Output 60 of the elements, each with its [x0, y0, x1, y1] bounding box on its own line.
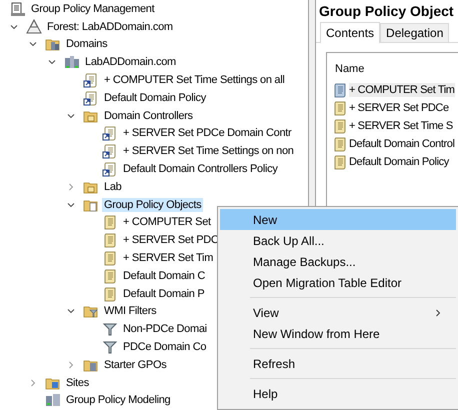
menu-item[interactable]: Refresh — [220, 353, 456, 374]
menu-item[interactable]: Back Up All... — [220, 230, 456, 251]
tree-item[interactable]: + SERVER Set Tim — [121, 251, 216, 266]
linked-document-icon — [102, 143, 118, 160]
document-icon — [102, 286, 118, 302]
tree-item[interactable]: Default Domain Controllers Policy — [121, 162, 280, 176]
document-icon — [332, 100, 348, 116]
console-icon — [10, 0, 26, 17]
document-icon — [102, 250, 118, 266]
tree-item[interactable]: + COMPUTER Set Time Settings on all — [102, 73, 287, 88]
list-item[interactable]: Default Domain Policy — [349, 155, 449, 169]
list-item[interactable]: + SERVER Set Time S — [349, 119, 453, 133]
tree-item[interactable]: Starter GPOs — [102, 358, 168, 372]
tree-item[interactable]: + COMPUTER Set — [121, 215, 213, 230]
linked-document-icon — [83, 90, 99, 106]
document-icon — [102, 232, 118, 248]
funnel-icon — [102, 339, 118, 356]
tree-item[interactable]: LabADDomain.com — [83, 55, 178, 70]
menu-item[interactable]: New — [220, 209, 456, 230]
tree-item[interactable]: Sites — [64, 376, 91, 390]
tree-item[interactable]: + SERVER Set Time Settings on non — [121, 144, 296, 158]
tree-item[interactable]: + SERVER Set PDC — [121, 233, 221, 248]
tree-item[interactable]: Group Policy Modeling — [64, 393, 172, 408]
document-icon — [102, 214, 118, 230]
menu-item[interactable]: View — [220, 302, 456, 323]
server-icon — [64, 54, 80, 70]
tree-item[interactable]: PDCe Domain Co — [121, 340, 208, 354]
document-icon — [332, 136, 348, 152]
funnel-icon — [102, 321, 118, 338]
document-icon — [332, 154, 348, 170]
tree-item[interactable]: Forest: LabADDomain.com — [45, 20, 175, 34]
tree-item[interactable]: Domains — [64, 37, 110, 52]
tree-item[interactable]: Default Domain P — [121, 286, 206, 301]
tree-item[interactable]: WMI Filters — [102, 304, 158, 318]
document-icon — [332, 82, 348, 98]
menu-item[interactable]: Manage Backups... — [220, 251, 456, 272]
tree-item[interactable]: Domain Controllers — [102, 108, 195, 123]
tab[interactable]: Delegation — [380, 23, 450, 42]
tree-item[interactable]: Default Domain Policy — [102, 90, 208, 105]
tree-item[interactable]: Group Policy Management — [29, 2, 156, 16]
tree-item[interactable]: Lab — [102, 180, 124, 194]
tree-item[interactable]: Default Domain C — [121, 268, 208, 283]
column-header[interactable]: Name — [327, 63, 458, 81]
tab[interactable]: Contents — [320, 22, 380, 43]
triangle-icon — [26, 18, 42, 35]
list-item[interactable]: Default Domain Control — [349, 137, 455, 151]
tree-item[interactable]: Non-PDCe Domai — [121, 322, 209, 336]
linked-document-icon — [102, 125, 118, 142]
tree-item[interactable]: Group Policy Objects — [102, 198, 204, 212]
document-icon — [102, 268, 118, 284]
list-item[interactable]: + SERVER Set PDCe — [349, 101, 449, 115]
pane-title: Group Policy Object — [318, 2, 455, 21]
menu-item[interactable]: Open Migration Table Editor — [220, 272, 456, 293]
document-icon — [332, 118, 348, 134]
list-item[interactable]: + COMPUTER Set Tim — [349, 83, 455, 97]
linked-document-icon — [102, 161, 118, 178]
linked-document-icon — [83, 72, 99, 88]
menu-item[interactable]: New Window from Here — [220, 323, 456, 344]
menu-item[interactable]: Help — [220, 383, 456, 404]
tree-item[interactable]: + SERVER Set PDCe Domain Contr — [121, 126, 294, 140]
